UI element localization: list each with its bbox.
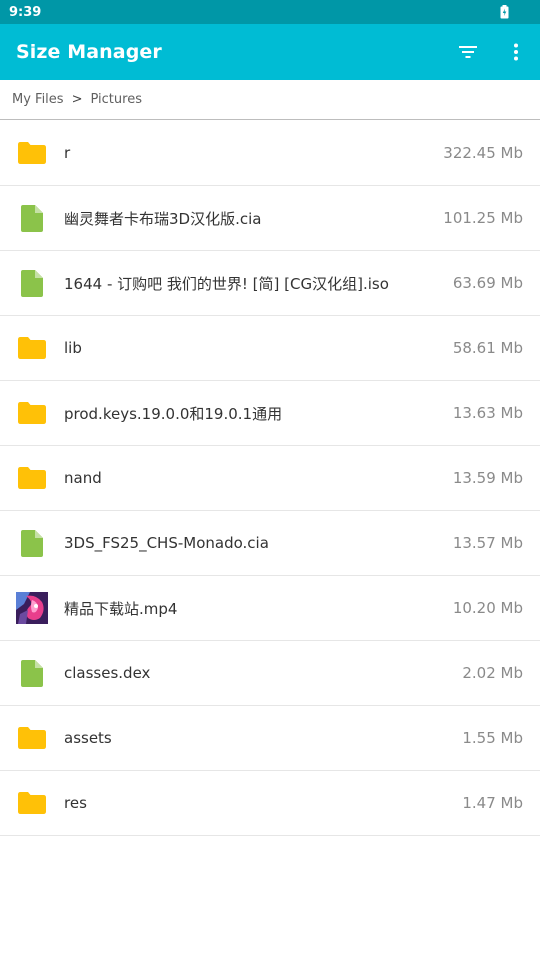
file-row[interactable]: assets 1.55 Mb bbox=[0, 706, 540, 771]
status-time: 9:39 bbox=[9, 4, 42, 20]
app-bar: Size Manager bbox=[0, 24, 540, 80]
file-name: classes.dex bbox=[64, 664, 151, 682]
file-size: 13.59 Mb bbox=[452, 469, 523, 487]
app-title: Size Manager bbox=[16, 41, 162, 63]
file-row[interactable]: 精品下载站.mp4 10.20 Mb bbox=[0, 576, 540, 641]
file-name: assets bbox=[64, 729, 112, 747]
file-row[interactable]: lib 58.61 Mb bbox=[0, 316, 540, 381]
file-row[interactable]: 1644 - 订购吧 我们的世界! [简] [CG汉化组].iso 63.69 M… bbox=[0, 251, 540, 316]
file-size: 1.55 Mb bbox=[462, 729, 523, 747]
video-thumbnail bbox=[0, 576, 64, 640]
file-name: 幽灵舞者卡布瑞3D汉化版.cia bbox=[64, 209, 262, 228]
file-row[interactable]: 3DS_FS25_CHS-Monado.cia 13.57 Mb bbox=[0, 511, 540, 576]
status-bar: 9:39 bbox=[0, 0, 540, 24]
breadcrumb-item-my-files[interactable]: My Files bbox=[12, 92, 64, 107]
folder-icon bbox=[0, 316, 64, 380]
folder-icon bbox=[0, 706, 64, 770]
file-size: 2.02 Mb bbox=[462, 664, 523, 682]
file-icon bbox=[0, 251, 64, 315]
file-size: 1.47 Mb bbox=[462, 794, 523, 812]
folder-icon bbox=[0, 771, 64, 835]
file-name: lib bbox=[64, 339, 82, 357]
file-name: res bbox=[64, 794, 87, 812]
folder-icon bbox=[0, 121, 64, 185]
file-size: 10.20 Mb bbox=[452, 599, 523, 617]
file-icon bbox=[0, 511, 64, 575]
file-name: 1644 - 订购吧 我们的世界! [简] [CG汉化组].iso bbox=[64, 274, 389, 293]
file-row[interactable]: classes.dex 2.02 Mb bbox=[0, 641, 540, 706]
file-row[interactable]: 幽灵舞者卡布瑞3D汉化版.cia 101.25 Mb bbox=[0, 186, 540, 251]
file-icon bbox=[0, 641, 64, 705]
file-row[interactable]: r 322.45 Mb bbox=[0, 121, 540, 186]
file-size: 13.63 Mb bbox=[452, 404, 523, 422]
file-row[interactable]: prod.keys.19.0.0和19.0.1通用 13.63 Mb bbox=[0, 381, 540, 446]
file-size: 101.25 Mb bbox=[443, 209, 523, 227]
file-name: nand bbox=[64, 469, 102, 487]
file-name: r bbox=[64, 144, 71, 162]
file-name: 精品下载站.mp4 bbox=[64, 599, 178, 618]
more-vert-icon bbox=[513, 43, 519, 61]
file-row[interactable]: nand 13.59 Mb bbox=[0, 446, 540, 511]
file-row[interactable]: res 1.47 Mb bbox=[0, 771, 540, 836]
filter-button[interactable] bbox=[444, 24, 492, 80]
file-name: prod.keys.19.0.0和19.0.1通用 bbox=[64, 404, 283, 423]
file-size: 322.45 Mb bbox=[443, 144, 523, 162]
file-size: 13.57 Mb bbox=[452, 534, 523, 552]
battery-icon bbox=[497, 3, 511, 21]
breadcrumb-separator: > bbox=[71, 92, 83, 107]
breadcrumb: My Files > Pictures bbox=[0, 80, 540, 120]
file-list: r 322.45 Mb 幽灵舞者卡布瑞3D汉化版.cia 101.25 Mb 1644 … bbox=[0, 121, 540, 836]
file-name: 3DS_FS25_CHS-Monado.cia bbox=[64, 534, 269, 552]
file-size: 63.69 Mb bbox=[452, 274, 523, 292]
filter-icon bbox=[458, 45, 478, 59]
folder-icon bbox=[0, 446, 64, 510]
file-size: 58.61 Mb bbox=[452, 339, 523, 357]
more-options-button[interactable] bbox=[492, 24, 540, 80]
breadcrumb-item-pictures[interactable]: Pictures bbox=[90, 92, 141, 107]
folder-icon bbox=[0, 381, 64, 445]
file-icon bbox=[0, 186, 64, 250]
